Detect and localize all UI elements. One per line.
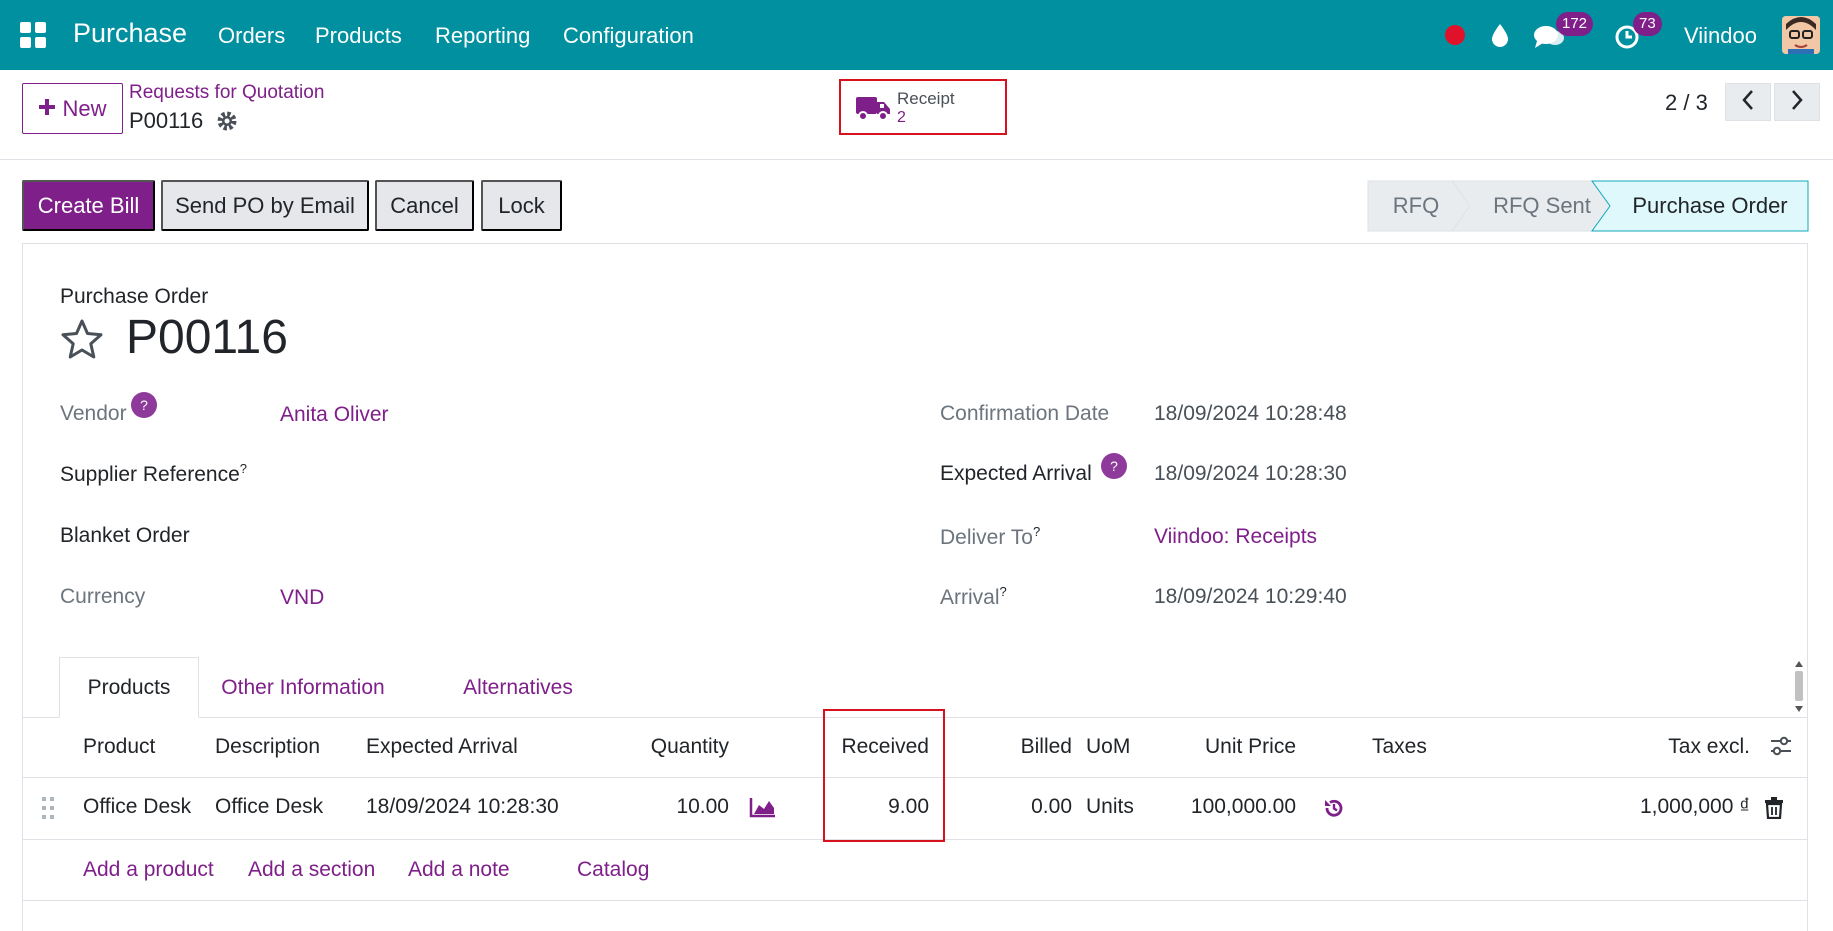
expected-arrival-value[interactable]: 18/09/2024 10:28:30 (1154, 462, 1347, 486)
cell-unit-price[interactable]: 100,000.00 (1173, 795, 1296, 819)
cell-quantity[interactable]: 10.00 (603, 795, 729, 819)
received-highlight-box (823, 709, 945, 842)
truck-icon (855, 93, 891, 128)
top-navbar: Purchase Orders Products Reporting Confi… (0, 0, 1833, 70)
tab-products[interactable]: Products (59, 657, 199, 718)
expected-arrival-help-icon[interactable]: ? (1101, 453, 1127, 479)
cell-product[interactable]: Office Desk (83, 795, 191, 819)
breadcrumb-parent[interactable]: Requests for Quotation (129, 82, 324, 104)
add-section-link[interactable]: Add a section (248, 858, 375, 882)
cell-subtotal: 1,000,000 ₫ (1639, 795, 1750, 818)
help-marker[interactable]: ? (240, 461, 247, 476)
pager-value[interactable]: 2 / 3 (1665, 90, 1708, 116)
history-icon[interactable] (1322, 796, 1346, 825)
forecast-chart-icon[interactable] (749, 796, 777, 823)
column-expected-arrival[interactable]: Expected Arrival (366, 735, 518, 759)
expected-arrival-label: Expected Arrival (940, 462, 1092, 485)
vendor-value[interactable]: Anita Oliver (280, 403, 389, 427)
vendor-label: Vendor (60, 402, 127, 425)
app-name[interactable]: Purchase (73, 18, 187, 49)
drag-handle-icon[interactable] (41, 796, 55, 825)
send-po-email-button[interactable]: Send PO by Email (161, 180, 369, 231)
column-unit-price[interactable]: Unit Price (1173, 735, 1296, 759)
cell-billed: 0.00 (1031, 795, 1072, 818)
cell-description[interactable]: Office Desk (215, 795, 323, 819)
drop-icon[interactable] (1489, 22, 1511, 53)
lock-button[interactable]: Lock (481, 180, 562, 231)
help-marker[interactable]: ? (1000, 584, 1007, 599)
new-button-label: New (62, 95, 107, 121)
deliver-to-value[interactable]: Viindoo: Receipts (1154, 525, 1317, 549)
add-product-link[interactable]: Add a product (83, 858, 214, 882)
control-panel: New Requests for Quotation P00116 Receip… (0, 70, 1833, 160)
menu-reporting[interactable]: Reporting (435, 23, 530, 49)
tabs-scrollbar[interactable] (1793, 659, 1805, 714)
star-icon[interactable] (60, 318, 104, 365)
pager-next-button[interactable] (1774, 83, 1820, 121)
supplier-reference-label: Supplier Reference? (60, 461, 248, 486)
user-avatar[interactable] (1782, 16, 1820, 54)
optional-columns-icon[interactable] (1769, 734, 1793, 763)
user-name[interactable]: Viindoo (1684, 23, 1757, 49)
footer-divider (23, 900, 1807, 901)
record-type-label: Purchase Order (60, 285, 209, 308)
trash-icon[interactable] (1764, 797, 1784, 824)
form-sheet: Purchase Order P00116 Vendor ? Anita Oli… (22, 243, 1808, 931)
app-menu-icon[interactable] (20, 22, 46, 48)
breadcrumb-current: P00116 (129, 108, 204, 133)
recording-icon[interactable] (1445, 25, 1465, 45)
messages-badge: 172 (1556, 12, 1594, 36)
cell-expected-arrival[interactable]: 18/09/2024 10:28:30 (366, 795, 559, 819)
help-marker[interactable]: ? (1033, 524, 1040, 539)
menu-products[interactable]: Products (315, 23, 402, 49)
stage-rfq[interactable]: RFQ (1367, 180, 1465, 231)
cell-uom[interactable]: Units (1086, 795, 1134, 819)
tab-alternatives[interactable]: Alternatives (443, 657, 593, 718)
receipt-label: Receipt (897, 89, 955, 108)
chevron-right-icon (1790, 89, 1804, 116)
arrival-value: 18/09/2024 10:29:40 (1154, 585, 1347, 608)
activities-badge: 73 (1633, 12, 1662, 36)
column-tax-excl[interactable]: Tax excl. (1603, 735, 1750, 759)
currency-label: Currency (60, 585, 146, 608)
gear-icon[interactable] (216, 110, 238, 137)
status-bar: Create Bill Send PO by Email Cancel Lock… (22, 180, 1809, 232)
plus-icon (38, 96, 56, 122)
receipt-count: 2 (897, 109, 906, 126)
pager-previous-button[interactable] (1725, 83, 1771, 121)
stage-purchase-order[interactable]: Purchase Order (1612, 180, 1808, 231)
stage-rfq-sent[interactable]: RFQ Sent (1472, 180, 1612, 231)
column-product[interactable]: Product (83, 735, 155, 759)
new-button[interactable]: New (22, 83, 123, 134)
vendor-help-icon[interactable]: ? (131, 392, 157, 418)
deliver-to-label: Deliver To? (940, 524, 1041, 549)
blanket-order-input[interactable] (280, 524, 580, 550)
column-description[interactable]: Description (215, 735, 320, 759)
arrival-label: Arrival? (940, 584, 1007, 609)
column-uom[interactable]: UoM (1086, 735, 1130, 759)
cancel-button[interactable]: Cancel (375, 180, 474, 231)
record-name: P00116 (126, 311, 288, 364)
create-bill-button[interactable]: Create Bill (22, 180, 155, 231)
column-billed[interactable]: Billed (983, 735, 1072, 759)
confirmation-date-label: Confirmation Date (940, 402, 1110, 425)
blanket-order-label: Blanket Order (60, 524, 190, 547)
menu-orders[interactable]: Orders (218, 23, 285, 49)
tab-other-information[interactable]: Other Information (213, 657, 393, 718)
currency-value[interactable]: VND (280, 586, 324, 610)
receipt-smart-button[interactable]: Receipt 2 (839, 79, 1007, 135)
add-note-link[interactable]: Add a note (408, 858, 510, 882)
catalog-link[interactable]: Catalog (577, 858, 649, 882)
column-taxes[interactable]: Taxes (1372, 735, 1427, 759)
supplier-reference-input[interactable] (280, 461, 580, 487)
menu-configuration[interactable]: Configuration (563, 23, 694, 49)
column-quantity[interactable]: Quantity (603, 735, 729, 759)
chevron-left-icon (1741, 89, 1755, 116)
confirmation-date-value: 18/09/2024 10:28:48 (1154, 402, 1347, 425)
